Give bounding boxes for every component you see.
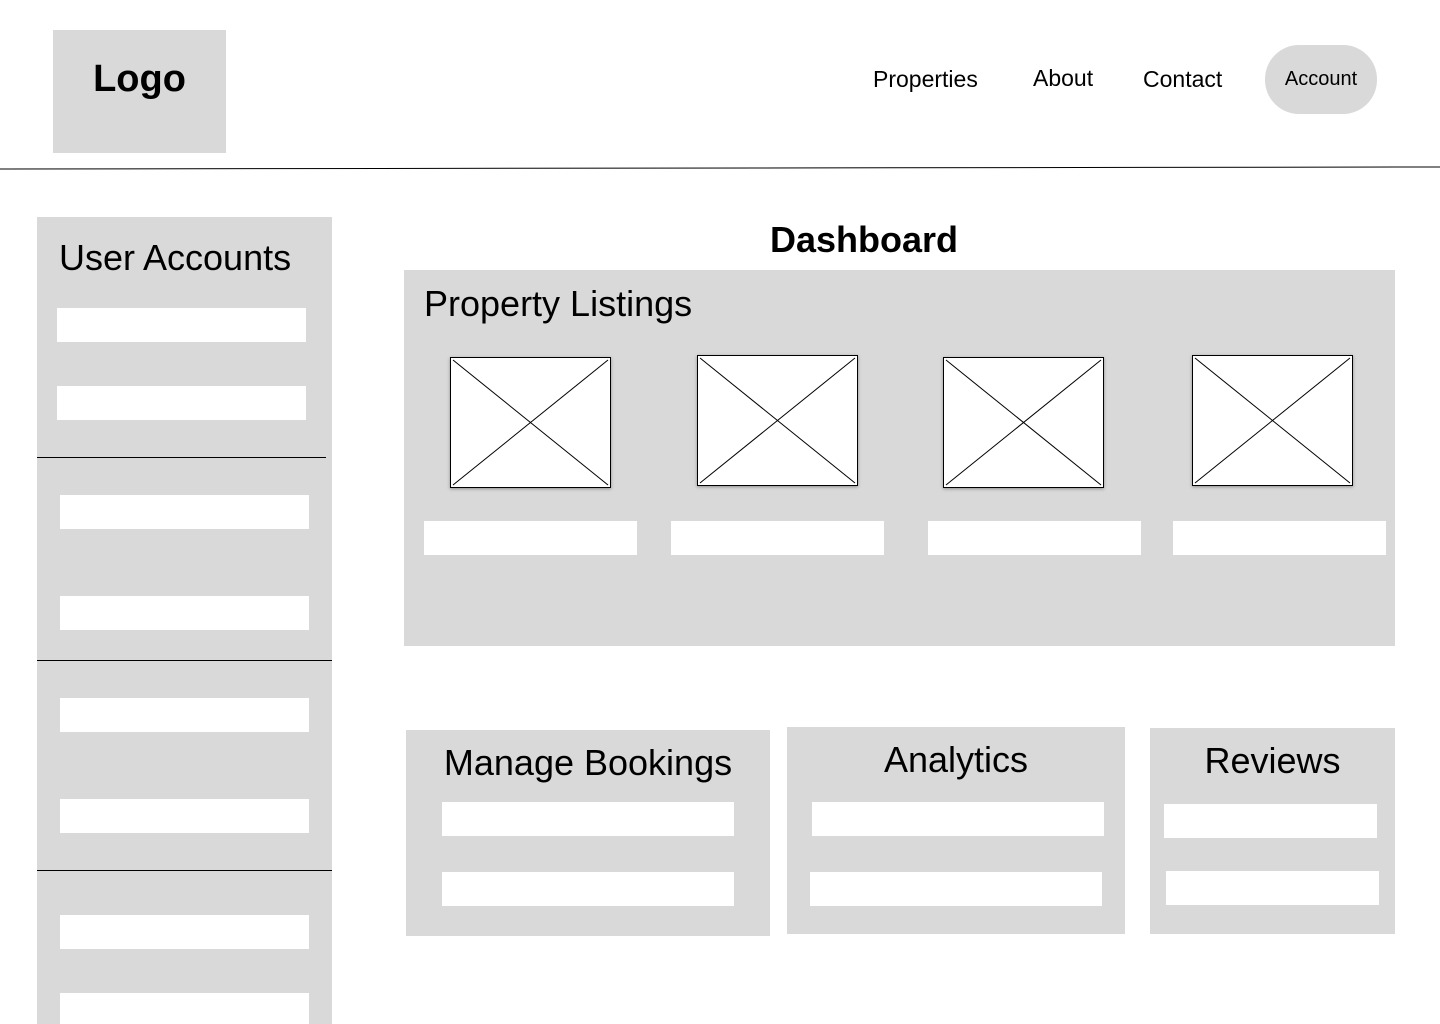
- sidebar-divider: [37, 660, 332, 661]
- property-caption-field[interactable]: [424, 521, 637, 555]
- analytics-card: Analytics: [787, 727, 1125, 934]
- sidebar-divider: [37, 870, 332, 871]
- account-field[interactable]: [57, 386, 306, 420]
- analytics-field[interactable]: [810, 872, 1102, 906]
- property-image-placeholder-icon[interactable]: [943, 357, 1104, 488]
- property-caption-field[interactable]: [928, 521, 1141, 555]
- property-listings-panel: Property Listings: [404, 270, 1395, 646]
- header-divider: [0, 166, 1440, 170]
- page-title: Dashboard: [769, 219, 959, 260]
- nav-contact[interactable]: Contact: [1143, 64, 1222, 94]
- analytics-field[interactable]: [812, 802, 1104, 836]
- page: Logo Properties About Contact Account Us…: [0, 0, 1440, 1024]
- sidebar-title: User Accounts: [59, 237, 292, 278]
- manage-bookings-title: Manage Bookings: [443, 742, 733, 783]
- property-caption-field[interactable]: [1173, 521, 1386, 555]
- account-field[interactable]: [60, 915, 309, 949]
- booking-field[interactable]: [442, 802, 734, 836]
- account-button[interactable]: Account: [1265, 45, 1377, 114]
- account-field[interactable]: [60, 799, 309, 833]
- account-field[interactable]: [57, 308, 306, 342]
- listings-title: Property Listings: [424, 283, 693, 324]
- manage-bookings-card: Manage Bookings: [406, 730, 770, 936]
- reviews-card: Reviews: [1150, 728, 1395, 934]
- logo[interactable]: Logo: [53, 30, 226, 153]
- property-image-placeholder-icon[interactable]: [1192, 355, 1353, 486]
- account-button-label: Account: [1284, 68, 1358, 90]
- nav-about[interactable]: About: [1033, 63, 1093, 93]
- nav-properties[interactable]: Properties: [873, 64, 978, 94]
- account-field[interactable]: [60, 993, 309, 1024]
- account-field[interactable]: [60, 495, 309, 529]
- account-field[interactable]: [60, 698, 309, 732]
- logo-text: Logo: [93, 58, 186, 100]
- review-field[interactable]: [1166, 871, 1379, 905]
- booking-field[interactable]: [442, 872, 734, 906]
- reviews-title: Reviews: [1204, 740, 1341, 781]
- analytics-title: Analytics: [883, 739, 1029, 780]
- user-accounts-sidebar: User Accounts: [37, 217, 332, 1024]
- review-field[interactable]: [1164, 804, 1377, 838]
- property-image-placeholder-icon[interactable]: [697, 355, 858, 486]
- property-caption-field[interactable]: [671, 521, 884, 555]
- account-field[interactable]: [60, 596, 309, 630]
- sidebar-divider: [37, 457, 326, 458]
- property-image-placeholder-icon[interactable]: [450, 357, 611, 488]
